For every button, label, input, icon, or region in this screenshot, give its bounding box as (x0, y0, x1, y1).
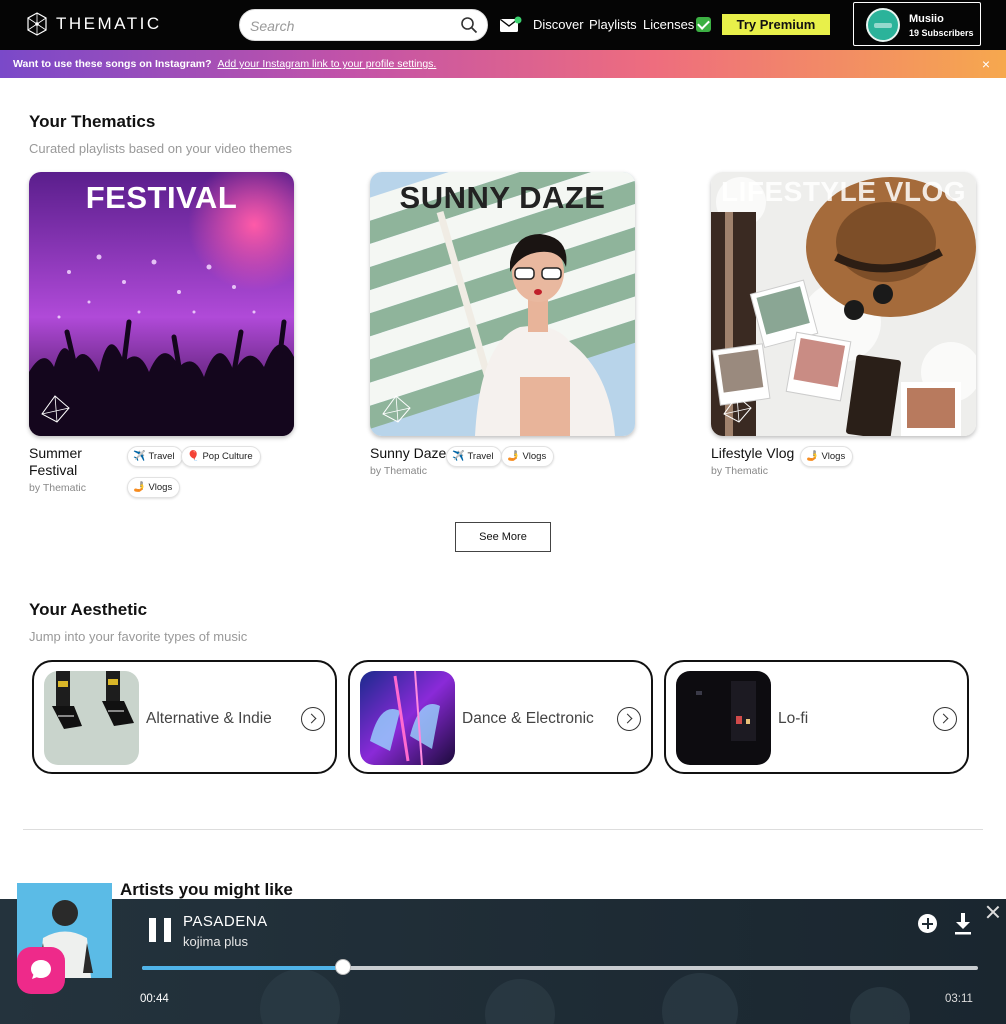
thematic-watermark-icon (382, 395, 411, 423)
airplane-icon: ✈️ (452, 451, 465, 462)
tag-label: Travel (148, 451, 175, 462)
aesthetic-thumbnail (676, 671, 771, 765)
aesthetic-card-lo-fi[interactable]: Lo-fi (664, 660, 969, 774)
profile-subscriber-count: 19 Subscribers (909, 28, 974, 38)
aesthetic-label: Alternative & Indie (146, 710, 272, 727)
tag-vlogs[interactable]: 🤳 Vlogs (127, 477, 181, 498)
aesthetic-label: Dance & Electronic (462, 710, 594, 727)
progress-bar[interactable] (142, 959, 978, 975)
progress-knob[interactable] (334, 959, 351, 975)
playlist-card-author: by Thematic (370, 465, 427, 477)
aesthetic-thumbnail (44, 671, 139, 765)
pause-button[interactable] (149, 918, 171, 942)
see-more-button[interactable]: See More (455, 522, 551, 552)
artists-section-title: Artists you might like (120, 880, 293, 899)
playlist-card-image-lifestyle-vlog[interactable]: LIFESTYLE VLOG (711, 172, 976, 436)
search-input[interactable] (250, 16, 460, 36)
chat-button[interactable] (17, 947, 65, 994)
thematics-subtitle: Curated playlists based on your video th… (29, 141, 293, 156)
tag-travel[interactable]: ✈️ Travel (127, 446, 183, 467)
selfie-icon: 🤳 (507, 451, 520, 462)
top-navigation-bar: THEMATIC Discover Playlists Licenses Try… (0, 0, 1006, 50)
chevron-right-icon[interactable] (933, 707, 957, 731)
profile-menu[interactable]: Musiio 19 Subscribers (853, 2, 981, 46)
close-player-icon[interactable] (986, 905, 1000, 919)
aesthetic-card-dance-electronic[interactable]: Dance & Electronic (348, 660, 653, 774)
card-image-title: FESTIVAL (85, 180, 238, 215)
aesthetic-card-alternative-indie[interactable]: Alternative & Indie (32, 660, 337, 774)
mail-icon[interactable] (500, 16, 522, 33)
nav-licenses-label: Licenses (643, 17, 695, 32)
track-artist[interactable]: kojima plus (183, 934, 248, 949)
aesthetic-subtitle: Jump into your favorite types of music (29, 629, 248, 644)
banner-text: Want to use these songs on Instagram? Ad… (13, 58, 436, 70)
profile-name: Musiio (909, 13, 944, 25)
banner-settings-link[interactable]: Add your Instagram link to your profile … (217, 58, 436, 70)
playlist-card-image-sunny-daze[interactable]: SUNNY DAZE (370, 172, 635, 436)
tag-pop-culture[interactable]: 🎈 Pop Culture (181, 446, 261, 467)
airplane-icon: ✈️ (133, 451, 146, 462)
thematic-watermark-icon (723, 395, 752, 423)
track-title: PASADENA (183, 913, 268, 930)
add-to-playlist-icon[interactable] (918, 914, 937, 933)
thematics-title: Your Thematics (29, 112, 156, 131)
chat-bubble-icon (31, 960, 51, 979)
playlist-card-title[interactable]: Summer Festival (29, 445, 109, 479)
progress-fill (142, 966, 343, 970)
card-image-title: SUNNY DAZE (399, 180, 606, 215)
playlist-card-author: by Thematic (711, 465, 768, 477)
tag-travel[interactable]: ✈️ Travel (446, 446, 502, 467)
tag-vlogs[interactable]: 🤳 Vlogs (501, 446, 555, 467)
tag-label: Vlogs (522, 451, 547, 462)
aesthetic-label: Lo-fi (778, 710, 809, 727)
logo-text: THEMATIC (56, 14, 162, 33)
download-icon[interactable] (954, 913, 972, 935)
banner-close-icon[interactable]: × (982, 56, 990, 72)
aesthetic-thumbnail (360, 671, 455, 765)
playlist-card-title[interactable]: Sunny Daze (370, 445, 446, 462)
try-premium-button[interactable]: Try Premium (722, 14, 830, 35)
nav-licenses[interactable]: Licenses (643, 17, 712, 32)
banner-message: Want to use these songs on Instagram? (13, 58, 212, 70)
tag-label: Travel (467, 451, 494, 462)
avatar (866, 8, 900, 42)
nav-playlists[interactable]: Playlists (589, 17, 637, 32)
search-bar (239, 9, 488, 41)
playlist-card-title[interactable]: Lifestyle Vlog (711, 445, 794, 462)
check-mark-icon (696, 17, 712, 32)
playlist-card-image-festival[interactable]: FESTIVAL (29, 172, 294, 436)
chevron-right-icon[interactable] (617, 707, 641, 731)
thematic-watermark-icon (41, 395, 70, 423)
chevron-right-icon[interactable] (301, 707, 325, 731)
selfie-icon: 🤳 (806, 451, 819, 462)
selfie-icon: 🤳 (133, 482, 146, 493)
logo[interactable]: THEMATIC (26, 12, 162, 36)
section-divider (23, 829, 983, 830)
search-icon[interactable] (460, 16, 478, 34)
card-image-title: LIFESTYLE VLOG (720, 176, 966, 207)
instagram-banner: Want to use these songs on Instagram? Ad… (0, 50, 1006, 78)
aesthetic-title: Your Aesthetic (29, 600, 148, 619)
playlist-card-author: by Thematic (29, 482, 86, 494)
current-time: 00:44 (140, 993, 169, 1005)
thematic-logo-icon (27, 12, 47, 36)
total-time: 03:11 (945, 993, 973, 1005)
balloon-icon: 🎈 (187, 451, 200, 462)
tag-vlogs[interactable]: 🤳 Vlogs (800, 446, 854, 467)
tag-label: Pop Culture (202, 451, 253, 462)
tag-label: Vlogs (821, 451, 846, 462)
tag-label: Vlogs (148, 482, 173, 493)
nav-discover[interactable]: Discover (533, 17, 584, 32)
